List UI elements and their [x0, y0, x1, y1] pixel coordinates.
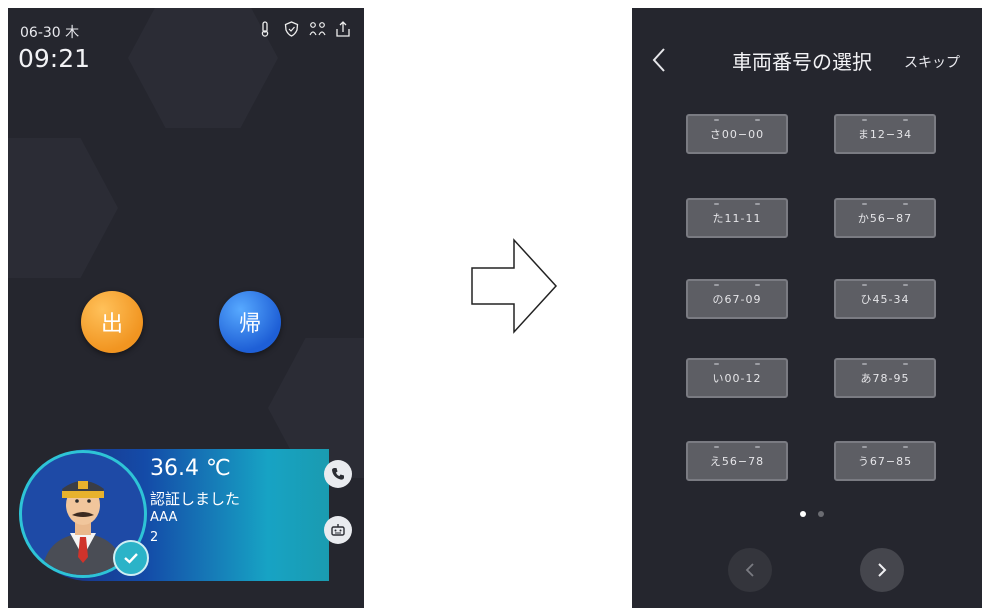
plate-button[interactable]: い00-12	[686, 358, 788, 398]
usb-icon	[334, 20, 352, 38]
robot-button[interactable]	[324, 516, 352, 544]
plate-label: あ78-95	[860, 372, 910, 385]
next-page-button[interactable]	[860, 548, 904, 592]
clock-out-label: 出	[100, 312, 123, 337]
clock-out-button[interactable]: 出	[81, 291, 143, 353]
plate-button[interactable]: さ00−00	[686, 114, 788, 154]
body-temperature: 36.4 ℃	[150, 456, 231, 481]
plate-label: ま12−34	[857, 128, 913, 141]
main-screen: 06-30 木 09:21 出 帰 36.4 ℃ 認証しました AAA 2	[8, 8, 364, 608]
auth-message: 認証しました	[150, 490, 241, 508]
back-chevron-icon[interactable]	[650, 46, 668, 74]
return-button[interactable]: 帰	[219, 291, 281, 353]
plate-label: ひ45-34	[860, 293, 910, 306]
page-title: 車両番号の選択	[732, 50, 872, 74]
phone-button[interactable]	[324, 460, 352, 488]
return-label: 帰	[238, 312, 261, 337]
plate-button[interactable]: た11-11	[686, 198, 788, 238]
skip-button[interactable]: スキップ	[904, 52, 960, 72]
check-icon	[113, 540, 149, 576]
right-arrow-icon	[471, 238, 558, 334]
shield-icon	[282, 20, 300, 38]
user-name: AAA	[150, 510, 178, 525]
plate-button[interactable]: か56−87	[834, 198, 936, 238]
plate-button[interactable]: え56−78	[686, 441, 788, 481]
plate-label: た11-11	[712, 212, 762, 225]
plate-label: い00-12	[712, 372, 762, 385]
plate-label: え56−78	[709, 455, 765, 468]
plate-label: か56−87	[857, 212, 913, 225]
status-bar	[256, 20, 352, 38]
plate-label: の67-09	[712, 293, 762, 306]
plate-label: う67−85	[857, 455, 913, 468]
page-indicator-active	[800, 511, 806, 517]
vehicle-select-screen: 車両番号の選択 スキップ さ00−00 ま12−34 た11-11 か56−87…	[632, 8, 982, 608]
plate-label: さ00−00	[709, 128, 765, 141]
chevron-left-icon	[745, 563, 754, 577]
background-hexagon	[8, 138, 118, 278]
date-label: 06-30 木	[20, 25, 80, 41]
plate-button[interactable]: の67-09	[686, 279, 788, 319]
user-number: 2	[150, 530, 159, 545]
robot-icon	[331, 524, 345, 536]
plate-button[interactable]: ま12−34	[834, 114, 936, 154]
chevron-right-icon	[878, 563, 887, 577]
network-icon	[308, 20, 326, 38]
page-indicator	[818, 511, 824, 517]
plate-button[interactable]: う67−85	[834, 441, 936, 481]
phone-icon	[332, 468, 344, 480]
thermometer-icon	[256, 20, 274, 38]
prev-page-button[interactable]	[728, 548, 772, 592]
clock-time: 09:21	[18, 44, 91, 73]
plate-button[interactable]: あ78-95	[834, 358, 936, 398]
plate-button[interactable]: ひ45-34	[834, 279, 936, 319]
